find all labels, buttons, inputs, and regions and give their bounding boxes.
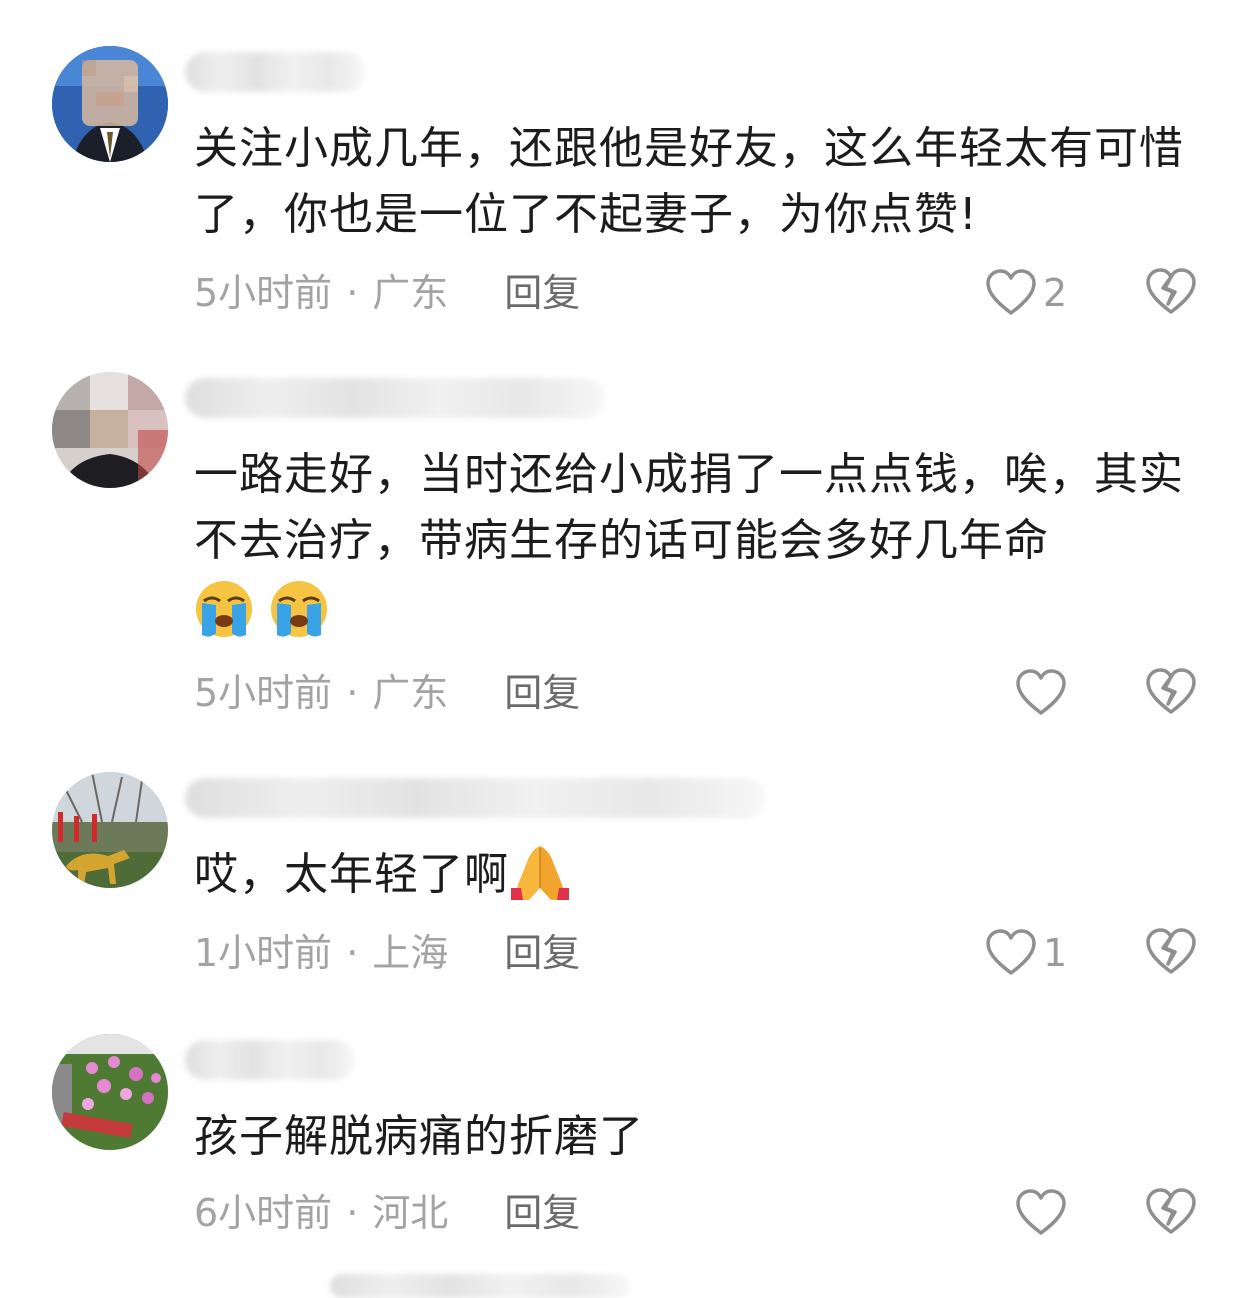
like-button[interactable]: 1 [985, 928, 1067, 978]
broken-heart-icon [1146, 268, 1196, 314]
loudly-crying-face-icon [271, 581, 327, 637]
broken-heart-icon [1146, 1188, 1196, 1234]
meta-separator: · [346, 1191, 359, 1235]
avatar-photo [52, 1034, 168, 1150]
heart-icon [1016, 1189, 1066, 1235]
dislike-button[interactable] [1145, 268, 1197, 318]
username[interactable] [330, 1274, 630, 1298]
avatar[interactable] [52, 1034, 168, 1150]
comment-meta: 5小时前 · 广东 回复 [194, 668, 580, 718]
like-count: 2 [1043, 271, 1068, 315]
avatar-photo [52, 46, 168, 162]
comment-text: 一路走好，当时还给小成捐了一点点钱，唉，其实不去治疗，带病生存的话可能会多好几年… [194, 442, 1214, 640]
dislike-button[interactable] [1145, 1188, 1197, 1238]
avatar-photo [52, 772, 168, 888]
comment-time: 1小时前 [194, 931, 333, 975]
like-button[interactable] [1015, 668, 1073, 718]
username[interactable] [185, 378, 605, 418]
heart-icon [986, 929, 1036, 975]
dislike-button[interactable] [1145, 928, 1197, 978]
comment-time: 5小时前 [194, 671, 333, 715]
comment-text: 孩子解脱病痛的折磨了 [194, 1111, 644, 1162]
comment-meta: 1小时前 · 上海 回复 [194, 928, 580, 978]
reply-button[interactable]: 回复 [504, 931, 580, 975]
comment-location: 上海 [372, 931, 449, 975]
comment-location: 广东 [372, 671, 449, 715]
like-count: 1 [1043, 931, 1068, 975]
avatar[interactable] [52, 772, 168, 888]
heart-icon [986, 269, 1036, 315]
broken-heart-icon [1146, 928, 1196, 974]
avatar-photo [52, 372, 168, 488]
comment-location: 广东 [372, 271, 449, 315]
comment-location: 河北 [372, 1191, 449, 1235]
avatar[interactable] [52, 372, 168, 488]
meta-separator: · [346, 671, 359, 715]
reply-button[interactable]: 回复 [504, 1191, 580, 1235]
username[interactable] [185, 778, 765, 818]
username[interactable] [185, 52, 365, 92]
dislike-button[interactable] [1145, 668, 1197, 718]
emoji-row [194, 574, 1214, 640]
folded-hands-icon [511, 846, 569, 900]
comment-text: 哎，太年轻了啊 [194, 842, 1214, 908]
username[interactable] [185, 1040, 355, 1080]
comment-text: 关注小成几年，还跟他是好友，这么年轻太有可惜了，你也是一位了不起妻子，为你点赞! [194, 123, 1184, 240]
comment-meta: 6小时前 · 河北 回复 [194, 1188, 580, 1238]
comment-time: 6小时前 [194, 1191, 333, 1235]
loudly-crying-face-icon [196, 581, 252, 637]
heart-icon [1016, 669, 1066, 715]
meta-separator: · [346, 931, 359, 975]
like-button[interactable] [1015, 1188, 1073, 1238]
comment-meta: 5小时前 · 广东 回复 [194, 268, 580, 318]
comment-time: 5小时前 [194, 271, 333, 315]
meta-separator: · [346, 271, 359, 315]
broken-heart-icon [1146, 668, 1196, 714]
avatar[interactable] [52, 46, 168, 162]
like-button[interactable]: 2 [985, 268, 1067, 318]
reply-button[interactable]: 回复 [504, 671, 580, 715]
reply-button[interactable]: 回复 [504, 271, 580, 315]
